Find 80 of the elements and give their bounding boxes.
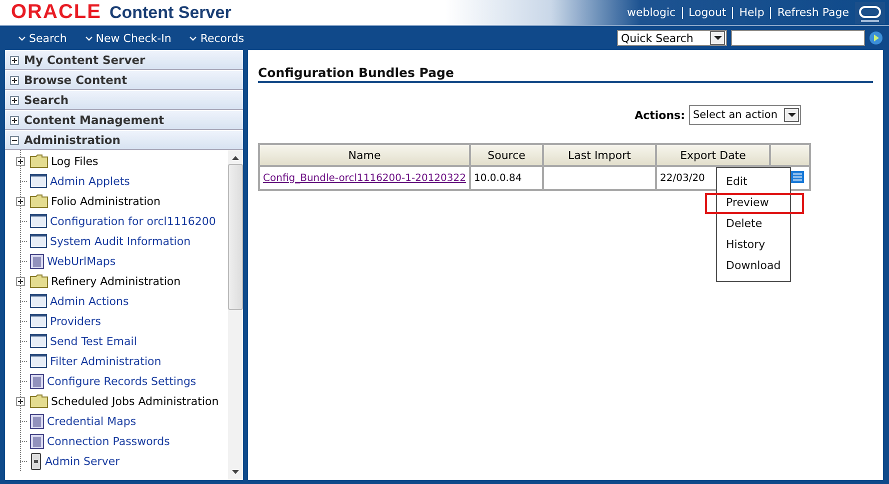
menu-item[interactable]: Preview <box>705 193 804 214</box>
tree-item[interactable]: Refinery Administration <box>51 274 181 288</box>
nav-menu[interactable]: New Check-In <box>84 32 172 44</box>
window-icon <box>30 234 47 248</box>
actions-dropdown[interactable]: Select an action <box>689 105 801 125</box>
sidebar-section[interactable]: My Content Server <box>5 50 243 70</box>
quick-search-dropdown[interactable]: Quick Search <box>617 30 727 46</box>
caret-icon <box>714 36 722 40</box>
oracle-logo: ORACLE <box>11 1 102 24</box>
header-link[interactable]: Logout <box>688 6 726 19</box>
expand-icon <box>10 76 19 84</box>
menu-item[interactable]: Download <box>705 256 804 277</box>
tree-item[interactable]: System Audit Information <box>50 234 191 248</box>
window-icon <box>30 214 47 228</box>
folder-icon <box>30 154 48 168</box>
tree-item[interactable]: Providers <box>50 314 102 328</box>
tree-item[interactable]: Send Test Email <box>50 334 137 348</box>
menu-item[interactable]: Delete <box>705 214 804 235</box>
window-icon <box>30 334 47 348</box>
sidebar-section[interactable]: Content Management <box>5 110 243 130</box>
menu-item[interactable]: Edit <box>705 172 804 193</box>
tree-item[interactable]: WebUrlMaps <box>47 254 116 268</box>
header-link[interactable]: Refresh Page <box>777 6 849 19</box>
folder-icon <box>30 274 48 288</box>
tree-item[interactable]: Admin Actions <box>50 294 129 308</box>
chevron-down-icon <box>189 36 198 40</box>
expand-icon <box>10 56 19 64</box>
header-link[interactable]: Help <box>739 6 764 19</box>
scroll-up-icon[interactable] <box>232 156 239 160</box>
sidebar-section[interactable]: Administration <box>5 130 243 150</box>
tree-item[interactable]: Admin Applets <box>50 174 130 188</box>
tree-item[interactable]: Filter Administration <box>50 354 162 368</box>
server-icon <box>30 452 42 470</box>
window-icon <box>30 354 47 368</box>
tree-item[interactable]: Credential Maps <box>47 414 136 428</box>
folder-icon <box>30 394 48 408</box>
chevron-down-icon <box>18 36 26 40</box>
scrollbar[interactable] <box>228 150 243 480</box>
window-icon <box>30 314 47 328</box>
scroll-down-icon[interactable] <box>232 470 239 474</box>
search-field[interactable] <box>731 30 865 46</box>
caret-icon <box>788 113 796 117</box>
window-icon <box>30 294 47 308</box>
nav-menu[interactable]: Records <box>189 32 244 44</box>
sidebar-section[interactable]: Browse Content <box>5 70 243 90</box>
tree-item[interactable]: Log Files <box>51 154 98 168</box>
tree-item[interactable]: Scheduled Jobs Administration <box>51 394 219 408</box>
column-header: Last Import <box>543 144 656 166</box>
column-header: Name <box>259 144 470 166</box>
folder-icon <box>30 194 48 208</box>
tree-item[interactable]: Configure Records Settings <box>47 374 196 388</box>
sidebar-section[interactable]: Search <box>5 90 243 110</box>
document-icon <box>30 434 44 448</box>
column-header: Export Date <box>656 144 770 166</box>
ring-logo-icon <box>855 2 885 24</box>
menu-item[interactable]: History <box>705 235 804 256</box>
header-link[interactable]: weblogic <box>626 6 676 19</box>
product-title: Content Server <box>109 3 232 23</box>
window-icon <box>30 174 47 188</box>
tree-item[interactable]: Connection Passwords <box>47 434 170 448</box>
expand-icon[interactable] <box>16 156 25 166</box>
expand-icon <box>10 96 19 104</box>
expand-icon[interactable] <box>16 196 25 206</box>
column-header: Source <box>470 144 543 166</box>
table-cell: 22/03/20 <box>660 172 705 184</box>
document-icon <box>30 414 44 428</box>
document-icon <box>30 374 44 388</box>
chevron-down-icon <box>84 36 93 40</box>
expand-icon[interactable] <box>16 396 25 406</box>
tree-item[interactable]: Folio Administration <box>51 194 160 208</box>
expand-icon <box>10 116 19 124</box>
table-cell: 10.0.0.84 <box>470 166 543 190</box>
tree-item[interactable]: Admin Server <box>45 454 120 468</box>
document-icon <box>30 254 44 268</box>
nav-menu[interactable]: Search <box>18 32 67 44</box>
expand-icon[interactable] <box>16 276 25 286</box>
collapse-icon <box>10 136 19 144</box>
tree-item[interactable]: Configuration for orcl1116200 <box>50 214 216 228</box>
actions-label: Actions: <box>634 108 685 122</box>
page-title: Configuration Bundles Page <box>258 65 873 83</box>
